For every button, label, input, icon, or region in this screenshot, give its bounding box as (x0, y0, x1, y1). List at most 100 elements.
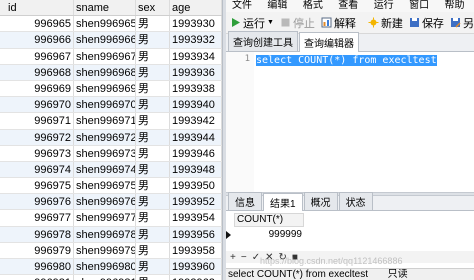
cell-sex[interactable]: 男 (136, 97, 170, 113)
cell-sname[interactable]: shen996977 (74, 210, 136, 226)
cell-sex[interactable]: 男 (136, 32, 170, 48)
cell-sex[interactable]: 男 (136, 145, 170, 161)
cell-age[interactable]: 1993938 (170, 80, 222, 97)
cell-sname[interactable]: shen996974 (74, 161, 136, 178)
cell-age[interactable]: 1993944 (170, 129, 222, 145)
cell-age[interactable]: 1993956 (170, 226, 222, 242)
table-row[interactable]: 996979 shen996979 男 1993958 (0, 242, 222, 259)
tab-result1[interactable]: 结果1 (263, 193, 303, 211)
table-row[interactable]: 996965 shen996965 男 1993930 (0, 16, 222, 33)
cell-sname[interactable]: shen996967 (74, 48, 136, 64)
cell-sex[interactable]: 男 (136, 226, 170, 242)
table-row[interactable]: 996976 shen996976 男 1993952 (0, 194, 222, 211)
remove-icon[interactable]: − (241, 252, 247, 263)
code-area[interactable]: select COUNT(*) from execltest (256, 54, 437, 67)
table-row[interactable]: 996967 shen996967 男 1993934 (0, 48, 222, 65)
cell-sex[interactable]: 男 (136, 48, 170, 64)
cell-sname[interactable]: shen996975 (74, 178, 136, 194)
result-column-header[interactable]: COUNT(*) (234, 213, 304, 227)
cell-age[interactable]: 1993950 (170, 178, 222, 194)
cell-sex[interactable]: 男 (136, 210, 170, 226)
cancel-icon[interactable]: ✕ (265, 252, 273, 263)
cell-id[interactable]: 996971 (0, 113, 74, 129)
cell-sex[interactable]: 男 (136, 275, 170, 280)
cell-id[interactable]: 996978 (0, 226, 74, 242)
table-row[interactable]: 996968 shen996968 男 1993936 (0, 64, 222, 81)
cell-sname[interactable]: shen996969 (74, 80, 136, 97)
cell-id[interactable]: 996975 (0, 178, 74, 194)
cell-sname[interactable]: shen996973 (74, 145, 136, 161)
cell-sname[interactable]: shen996968 (74, 64, 136, 80)
cell-sname[interactable]: shen996980 (74, 259, 136, 275)
table-row[interactable]: 996981shen996981男1993962 (0, 275, 222, 280)
column-header-sname[interactable]: sname (74, 0, 136, 16)
stop-button[interactable]: 停止 (280, 15, 315, 31)
cell-id[interactable]: 996980 (0, 259, 74, 275)
cell-age[interactable]: 1993958 (170, 242, 222, 258)
cell-id[interactable]: 996977 (0, 210, 74, 226)
cell-id[interactable]: 996969 (0, 80, 74, 97)
cell-age[interactable]: 1993946 (170, 145, 222, 161)
table-row[interactable]: 996980 shen996980 男 1993960 (0, 259, 222, 276)
add-icon[interactable]: + (230, 252, 236, 263)
column-header-age[interactable]: age (170, 0, 222, 16)
cell-id[interactable]: 996972 (0, 129, 74, 145)
table-row[interactable]: 996978 shen996978 男 1993956 (0, 226, 222, 243)
menu-format[interactable]: 格式 (297, 0, 332, 12)
sql-editor[interactable]: 1 select COUNT(*) from execltest (226, 52, 474, 192)
column-header-id[interactable]: id (0, 0, 74, 16)
cell-sex[interactable]: 男 (136, 259, 170, 275)
column-header-sex[interactable]: sex (136, 0, 170, 16)
run-button[interactable]: 运行 ▼ (230, 15, 274, 31)
cell-sex[interactable]: 男 (136, 161, 170, 178)
cell-sex[interactable]: 男 (136, 80, 170, 97)
cell-sex[interactable]: 男 (136, 129, 170, 145)
table-row[interactable]: 996971 shen996971 男 1993942 (0, 113, 222, 130)
menu-file[interactable]: 文件 (226, 0, 261, 12)
cell-sname[interactable]: shen996981 (74, 275, 136, 280)
cell-id[interactable]: 996976 (0, 194, 74, 210)
explain-button[interactable]: 解释 (321, 15, 356, 31)
cell-sex[interactable]: 男 (136, 178, 170, 194)
cell-sex[interactable]: 男 (136, 242, 170, 258)
cell-age[interactable]: 1993960 (170, 259, 222, 275)
cell-sname[interactable]: shen996978 (74, 226, 136, 242)
cell-id[interactable]: 996967 (0, 48, 74, 64)
cell-age[interactable]: 1993942 (170, 113, 222, 129)
cell-age[interactable]: 1993948 (170, 161, 222, 178)
cell-sname[interactable]: shen996976 (74, 194, 136, 210)
tab-profile[interactable]: 概况 (303, 192, 338, 210)
cell-age[interactable]: 1993940 (170, 97, 222, 113)
cell-id[interactable]: 996981 (0, 275, 74, 280)
cell-age[interactable]: 1993934 (170, 48, 222, 64)
cell-sname[interactable]: shen996979 (74, 242, 136, 258)
table-row[interactable]: 996974 shen996974 男 1993948 (0, 161, 222, 179)
cell-id[interactable]: 996973 (0, 145, 74, 161)
cell-age[interactable]: 1993952 (170, 194, 222, 210)
tab-query-editor[interactable]: 查询编辑器 (299, 32, 359, 52)
table-row[interactable]: 996977 shen996977 男 1993954 (0, 210, 222, 227)
cell-sex[interactable]: 男 (136, 113, 170, 129)
menu-edit[interactable]: 编辑 (261, 0, 296, 12)
table-row[interactable]: 996975 shen996975 男 1993950 (0, 178, 222, 195)
cell-id[interactable]: 996970 (0, 97, 74, 113)
stop-square-icon[interactable]: ■ (292, 252, 298, 263)
table-row[interactable]: 996970 shen996970 男 1993940 (0, 97, 222, 114)
cell-id[interactable]: 996979 (0, 242, 74, 258)
save-as-button[interactable]: 另存 (450, 15, 474, 31)
cell-id[interactable]: 996968 (0, 64, 74, 80)
cell-age[interactable]: 1993962 (170, 275, 222, 280)
table-row[interactable]: 996966 shen996966 男 1993932 (0, 32, 222, 49)
cell-sname[interactable]: shen996966 (74, 32, 136, 48)
cell-id[interactable]: 996965 (0, 16, 74, 32)
tab-message[interactable]: 信息 (228, 192, 262, 210)
cell-id[interactable]: 996966 (0, 32, 74, 48)
menu-run[interactable]: 运行 (368, 0, 403, 12)
cell-sname[interactable]: shen996970 (74, 97, 136, 113)
refresh-icon[interactable]: ↻ (278, 252, 286, 263)
check-icon[interactable]: ✓ (252, 252, 260, 263)
menu-window[interactable]: 窗口 (403, 0, 438, 12)
menu-view[interactable]: 查看 (332, 0, 367, 12)
cell-sex[interactable]: 男 (136, 64, 170, 80)
table-row[interactable]: 996973 shen996973 男 1993946 (0, 145, 222, 162)
